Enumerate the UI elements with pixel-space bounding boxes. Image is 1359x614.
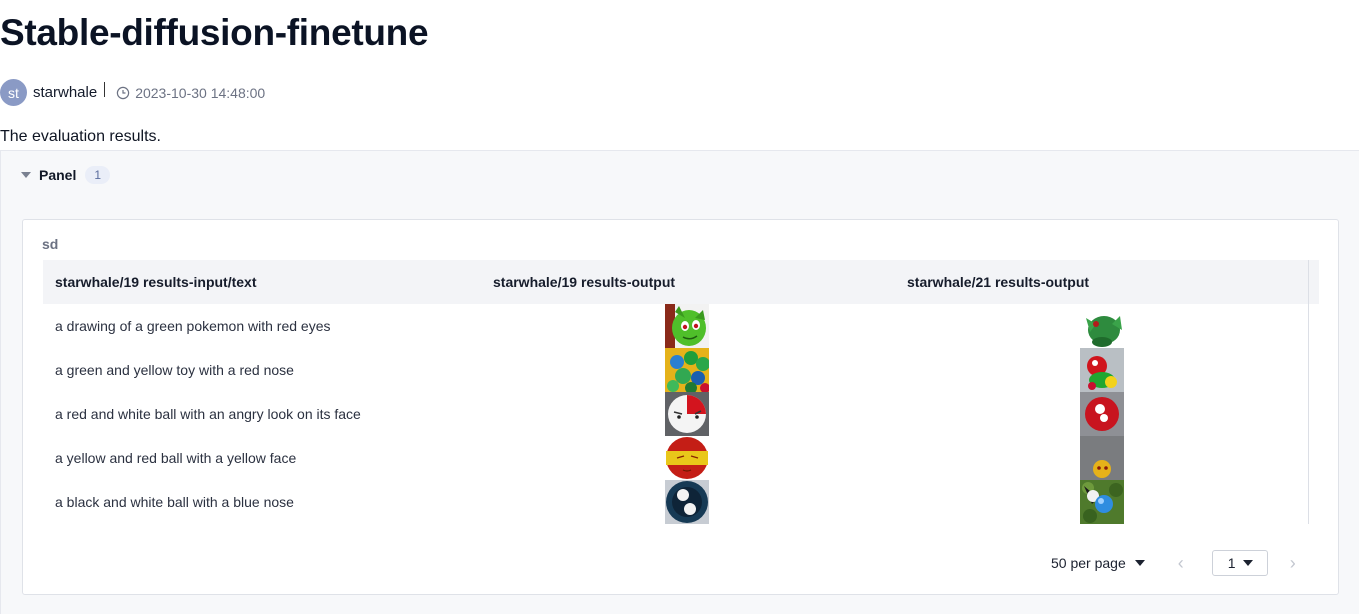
black-white-ball-image[interactable] (665, 480, 709, 524)
green-creature-image[interactable] (1080, 304, 1124, 348)
page-title: Stable-diffusion-finetune (0, 12, 429, 53)
column-header-input-text[interactable]: starwhale/19 results-input/text (55, 260, 257, 304)
card-title: sd (42, 236, 59, 252)
meta-divider (104, 82, 106, 97)
input-text-cell: a black and white ball with a blue nose (55, 494, 294, 510)
avatar: st (0, 79, 27, 106)
page-number-select[interactable]: 1 (1211, 550, 1268, 576)
green-pokemon-image[interactable] (665, 304, 709, 348)
author-name[interactable]: starwhale (33, 84, 97, 101)
table-scrollbar[interactable] (1308, 260, 1309, 524)
per-page-select[interactable]: 50 per page (1051, 555, 1126, 571)
report-description: The evaluation results. (0, 128, 161, 145)
timestamp: 2023-10-30 14:48:00 (135, 84, 266, 101)
panel-section: Panel 1 sd starwhale/19 results-input/te… (0, 150, 1359, 614)
input-text-cell: a red and white ball with an angry look … (55, 406, 361, 422)
table-row: a green and yellow toy with a red nose (43, 348, 1319, 392)
input-text-cell: a yellow and red ball with a yellow face (55, 450, 297, 466)
caret-down-icon[interactable] (1134, 560, 1145, 566)
page-meta: st starwhale 2023-10-30 14:48:00 (0, 79, 265, 106)
table-row: a drawing of a green pokemon with red ey… (43, 304, 1319, 348)
caret-down-icon (21, 172, 31, 178)
colorful-balls-image[interactable] (665, 348, 709, 392)
panel-count-badge: 1 (85, 166, 111, 184)
angry-ball-image[interactable] (665, 392, 709, 436)
results-table: starwhale/19 results-input/text starwhal… (43, 260, 1319, 524)
page-number: 1 (1227, 555, 1236, 571)
column-header-output-19[interactable]: starwhale/19 results-output (493, 260, 675, 304)
red-yellow-ball-image[interactable] (665, 436, 709, 480)
table-header: starwhale/19 results-input/text starwhal… (43, 260, 1319, 304)
clock-icon (117, 86, 130, 99)
pagination: 50 per page ‹ 1 › (1051, 550, 1300, 576)
table-row: a black and white ball with a blue nose (43, 480, 1319, 524)
column-header-output-21[interactable]: starwhale/21 results-output (907, 260, 1089, 304)
chart-card: sd starwhale/19 results-input/text starw… (22, 219, 1339, 595)
panel-toggle[interactable]: Panel 1 (21, 166, 111, 184)
yellow-face-image[interactable] (1080, 436, 1124, 480)
table-row: a red and white ball with an angry look … (43, 392, 1319, 436)
next-page-button[interactable]: › (1286, 550, 1300, 576)
blue-nose-image[interactable] (1080, 480, 1124, 524)
panel-title: Panel (39, 167, 77, 183)
caret-down-icon (1242, 560, 1253, 566)
input-text-cell: a drawing of a green pokemon with red ey… (55, 318, 331, 334)
input-text-cell: a green and yellow toy with a red nose (55, 362, 294, 378)
table-row: a yellow and red ball with a yellow face (43, 436, 1319, 480)
red-green-toy-image[interactable] (1080, 348, 1124, 392)
red-white-ball-image[interactable] (1080, 392, 1124, 436)
prev-page-button[interactable]: ‹ (1174, 550, 1188, 576)
